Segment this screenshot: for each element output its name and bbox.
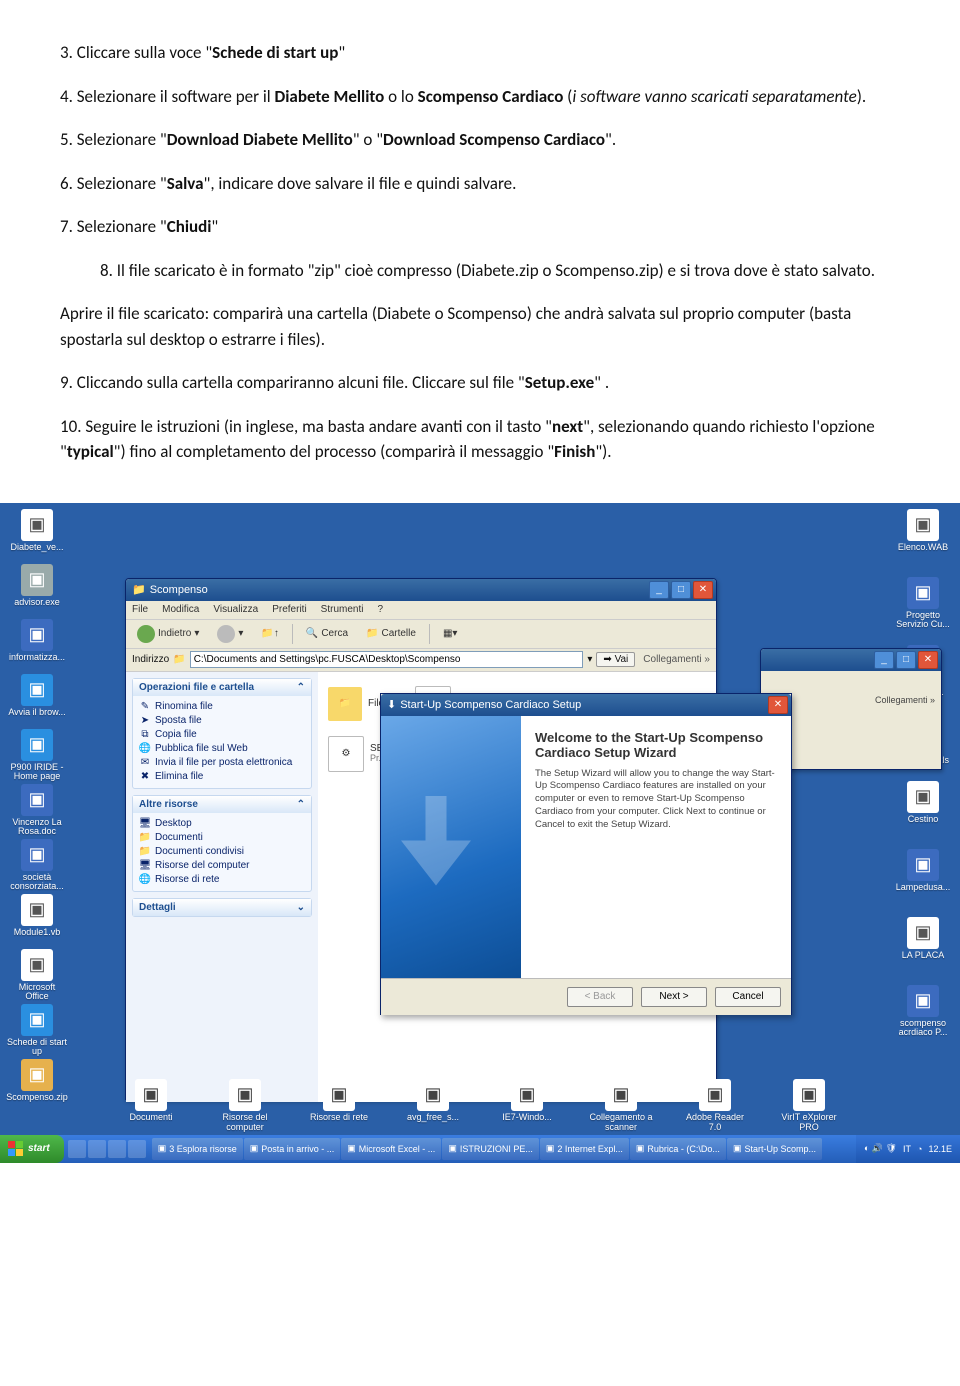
screenshot-desktop: ▣Diabete_ve... ▣advisor.exe ▣informatizza.…: [0, 503, 960, 1163]
task-link[interactable]: 📁Documenti: [139, 831, 305, 845]
desktop-icon[interactable]: ▣P900 IRIDE - Home page: [6, 729, 68, 783]
menu-item[interactable]: File: [132, 604, 148, 615]
desktop-shortcut[interactable]: ▣VirIT eXplorer PRO: [774, 1079, 844, 1133]
address-input[interactable]: [190, 651, 584, 668]
desktop-shortcut[interactable]: ▣Risorse del computer: [210, 1079, 280, 1133]
task-link[interactable]: ✖Elimina file: [139, 770, 305, 784]
quicklaunch-bar[interactable]: [64, 1140, 150, 1158]
close-button[interactable]: ✕: [768, 696, 788, 714]
desktop-icon[interactable]: ▣scompenso acrdiaco P...: [892, 985, 954, 1039]
task-link[interactable]: 🖥Risorse del computer: [139, 859, 305, 873]
language-indicator[interactable]: IT: [903, 1144, 911, 1154]
go-button[interactable]: ➡ Vai: [596, 652, 635, 667]
desktop-icon[interactable]: ▣advisor.exe: [6, 564, 68, 608]
minimize-button[interactable]: _: [874, 651, 894, 669]
menu-item[interactable]: Visualizza: [213, 604, 258, 615]
instructions-text: 3. Cliccare sulla voce "Schede di start …: [0, 0, 960, 503]
menu-item[interactable]: Strumenti: [321, 604, 364, 615]
panel-details: Dettagli⌄: [132, 898, 312, 917]
wizard-heading: Welcome to the Start-Up Scompenso Cardia…: [535, 730, 777, 760]
desktop-icon[interactable]: ▣Diabete_ve...: [6, 509, 68, 553]
system-tray[interactable]: ◐ 🔊 🛡 IT ◔ 12.1E: [856, 1135, 960, 1163]
back-button[interactable]: Indietro ▾: [132, 623, 204, 645]
menu-item[interactable]: ?: [377, 604, 383, 615]
dialog-titlebar[interactable]: ⬇ Start-Up Scompenso Cardiaco Setup ✕: [381, 694, 791, 716]
taskbar-task[interactable]: ▣2 Internet Expl...: [540, 1138, 629, 1160]
up-button[interactable]: 📁↑: [256, 626, 283, 641]
window-title: Scompenso: [150, 584, 649, 596]
next-button[interactable]: Next >: [641, 987, 707, 1007]
panel-other: Altre risorse⌃ 🖥Desktop📁Documenti📁Docume…: [132, 795, 312, 892]
task-link[interactable]: ✉Invia il file per posta elettronica: [139, 756, 305, 770]
views-button[interactable]: ▦▾: [438, 626, 462, 641]
desktop-icon[interactable]: ▣LA PLACA: [892, 917, 954, 961]
desktop-shortcut[interactable]: ▣Collegamento a scanner: [586, 1079, 656, 1133]
taskbar-task[interactable]: ▣Posta in arrivo - ...: [244, 1138, 341, 1160]
collapse-icon[interactable]: ⌃: [297, 682, 305, 693]
desktop-icon[interactable]: ▣Cestino: [892, 781, 954, 825]
task-link[interactable]: ➤Sposta file: [139, 714, 305, 728]
taskbar-task[interactable]: ▣3 Esplora risorse: [152, 1138, 243, 1160]
cancel-button[interactable]: Cancel: [715, 987, 781, 1007]
desktop-icon[interactable]: ▣Avvia il brow...: [6, 674, 68, 718]
desktop-shortcut[interactable]: ▣avg_free_s...: [398, 1079, 468, 1133]
desktop-icon[interactable]: ▣società consorziata...: [6, 839, 68, 893]
menubar[interactable]: File Modifica Visualizza Preferiti Strumenti…: [126, 601, 716, 620]
toolbar: Indietro ▾ ▾ 📁↑ 🔍 Cerca 📁 Cartelle ▦▾: [126, 620, 716, 649]
desktop-shortcut[interactable]: ▣IE7-Windo...: [492, 1079, 562, 1133]
windows-logo-icon: [8, 1141, 24, 1157]
taskbar-task[interactable]: ▣Microsoft Excel - ...: [341, 1138, 441, 1160]
desktop-shortcut[interactable]: ▣Risorse di rete: [304, 1079, 374, 1133]
setup-wizard-dialog[interactable]: ⬇ Start-Up Scompenso Cardiaco Setup ✕ We…: [380, 693, 792, 1015]
maximize-button[interactable]: □: [671, 581, 691, 599]
maximize-button[interactable]: □: [896, 651, 916, 669]
desktop-icon[interactable]: ▣informatizza...: [6, 619, 68, 663]
task-link[interactable]: 🌐Risorse di rete: [139, 873, 305, 887]
desktop-icon[interactable]: ▣Progetto Servizio Cu...: [892, 577, 954, 631]
taskbar-task[interactable]: ▣ISTRUZIONI PE...: [442, 1138, 539, 1160]
back-button: < Back: [567, 987, 633, 1007]
address-bar: Indirizzo 📁 ▾ ➡ Vai Collegamenti »: [126, 649, 716, 672]
taskbar-task[interactable]: ▣Start-Up Scomp...: [727, 1138, 822, 1160]
task-link[interactable]: 🖥Desktop: [139, 817, 305, 831]
desktop-icon[interactable]: ▣Lampedusa...: [892, 849, 954, 893]
folders-button[interactable]: 📁 Cartelle: [361, 626, 421, 641]
collapse-icon[interactable]: ⌃: [297, 799, 305, 810]
desktop-icon[interactable]: ▣Microsoft Office: [6, 949, 68, 1003]
expand-icon[interactable]: ⌄: [297, 902, 305, 913]
desktop-icon[interactable]: ▣Module1.vb: [6, 894, 68, 938]
close-button[interactable]: ✕: [693, 581, 713, 599]
wizard-sidebar-graphic: [381, 716, 521, 978]
taskbar-task[interactable]: ▣Rubrica - (C:\Do...: [630, 1138, 726, 1160]
minimize-button[interactable]: _: [649, 581, 669, 599]
panel-file-ops: Operazioni file e cartella⌃ ✎Rinomina fi…: [132, 678, 312, 789]
desktop-shortcut[interactable]: ▣Adobe Reader 7.0: [680, 1079, 750, 1133]
task-link[interactable]: 📁Documenti condivisi: [139, 845, 305, 859]
desktop-icon[interactable]: ▣Vincenzo La Rosa.doc: [6, 784, 68, 838]
task-link[interactable]: ✎Rinomina file: [139, 700, 305, 714]
desktop-icon[interactable]: ▣Schede di start up: [6, 1004, 68, 1058]
titlebar[interactable]: 📁 Scompenso _ □ ✕: [126, 579, 716, 601]
menu-item[interactable]: Preferiti: [272, 604, 306, 615]
desktop-shortcut[interactable]: ▣Documenti: [116, 1079, 186, 1133]
desktop-icon[interactable]: ▣Scompenso.zip: [6, 1059, 68, 1103]
forward-button[interactable]: ▾: [212, 623, 248, 645]
desktop-icon[interactable]: ▣Elenco.WAB: [892, 509, 954, 553]
wizard-text: The Setup Wizard will allow you to chang…: [535, 768, 777, 832]
task-link[interactable]: ⧉Copia file: [139, 728, 305, 742]
tasks-pane: Operazioni file e cartella⌃ ✎Rinomina fi…: [126, 672, 318, 1102]
start-button[interactable]: start: [0, 1135, 64, 1163]
search-button[interactable]: 🔍 Cerca: [301, 626, 353, 641]
close-button[interactable]: ✕: [918, 651, 938, 669]
menu-item[interactable]: Modifica: [162, 604, 199, 615]
taskbar[interactable]: start ▣3 Esplora risorse▣Posta in arrivo…: [0, 1135, 960, 1163]
clock: 12.1E: [928, 1144, 952, 1154]
task-link[interactable]: 🌐Pubblica file sul Web: [139, 742, 305, 756]
